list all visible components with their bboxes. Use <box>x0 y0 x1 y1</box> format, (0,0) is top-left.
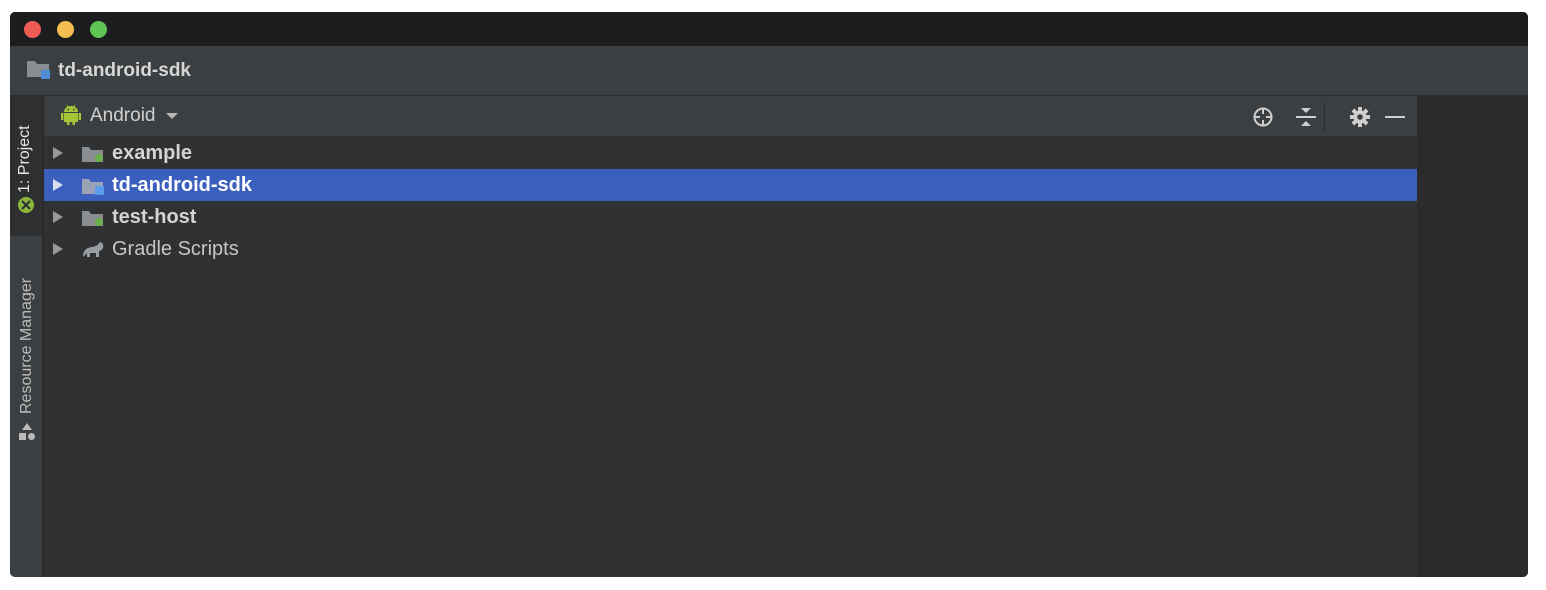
editor-area-empty <box>1417 96 1528 577</box>
ide-window: td-android-sdk 1: Project Resource Manag… <box>10 12 1528 577</box>
android-project-icon <box>17 196 35 219</box>
locate-crosshair-icon[interactable] <box>1251 105 1275 129</box>
gradle-elephant-icon <box>81 238 105 260</box>
expand-arrow-icon[interactable] <box>53 243 63 255</box>
tree-item-label: td-android-sdk <box>112 173 252 196</box>
library-module-folder-icon <box>81 174 105 196</box>
project-tool-window: Android example td-android-sdk test-host… <box>44 96 1417 577</box>
tree-item-label: Gradle Scripts <box>112 237 239 260</box>
left-tool-window-strip: 1: Project Resource Manager <box>10 96 43 577</box>
tree-item-label: example <box>112 141 193 164</box>
android-icon <box>61 103 81 130</box>
expand-arrow-icon[interactable] <box>53 147 63 159</box>
navigation-bar: td-android-sdk <box>10 46 1528 96</box>
maximize-window-button[interactable] <box>90 21 107 38</box>
title-bar <box>10 12 1528 46</box>
tab-project-label: 1: Project <box>16 125 33 193</box>
breadcrumb-project[interactable]: td-android-sdk <box>26 60 191 82</box>
resource-manager-icon <box>18 422 36 447</box>
gear-icon[interactable] <box>1348 105 1372 129</box>
expand-arrow-icon[interactable] <box>53 179 63 191</box>
minimize-window-button[interactable] <box>57 21 74 38</box>
app-module-folder-icon <box>81 206 105 228</box>
project-name: td-android-sdk <box>58 60 191 81</box>
tree-item-example[interactable]: example <box>44 137 1417 169</box>
tree-item-label: test-host <box>112 205 197 228</box>
tab-project[interactable]: 1: Project <box>10 96 42 236</box>
view-selector-label: Android <box>90 105 156 126</box>
module-folder-icon <box>26 58 52 85</box>
view-selector-dropdown[interactable]: Android <box>61 103 178 130</box>
tree-item-td-android-sdk[interactable]: td-android-sdk <box>44 169 1417 201</box>
project-tree: example td-android-sdk test-host Gradle … <box>44 137 1417 265</box>
tree-item-test-host[interactable]: test-host <box>44 201 1417 233</box>
tab-resource-manager-label: Resource Manager <box>18 277 35 414</box>
project-panel-header: Android <box>44 96 1417 137</box>
tab-resource-manager[interactable]: Resource Manager <box>10 246 42 456</box>
minimize-icon[interactable] <box>1383 105 1407 129</box>
collapse-all-icon[interactable] <box>1294 105 1318 129</box>
app-module-folder-icon <box>81 142 105 164</box>
tree-item-gradle-scripts[interactable]: Gradle Scripts <box>44 233 1417 265</box>
close-window-button[interactable] <box>24 21 41 38</box>
expand-arrow-icon[interactable] <box>53 211 63 223</box>
header-separator <box>1324 102 1325 132</box>
chevron-down-icon <box>165 107 178 125</box>
